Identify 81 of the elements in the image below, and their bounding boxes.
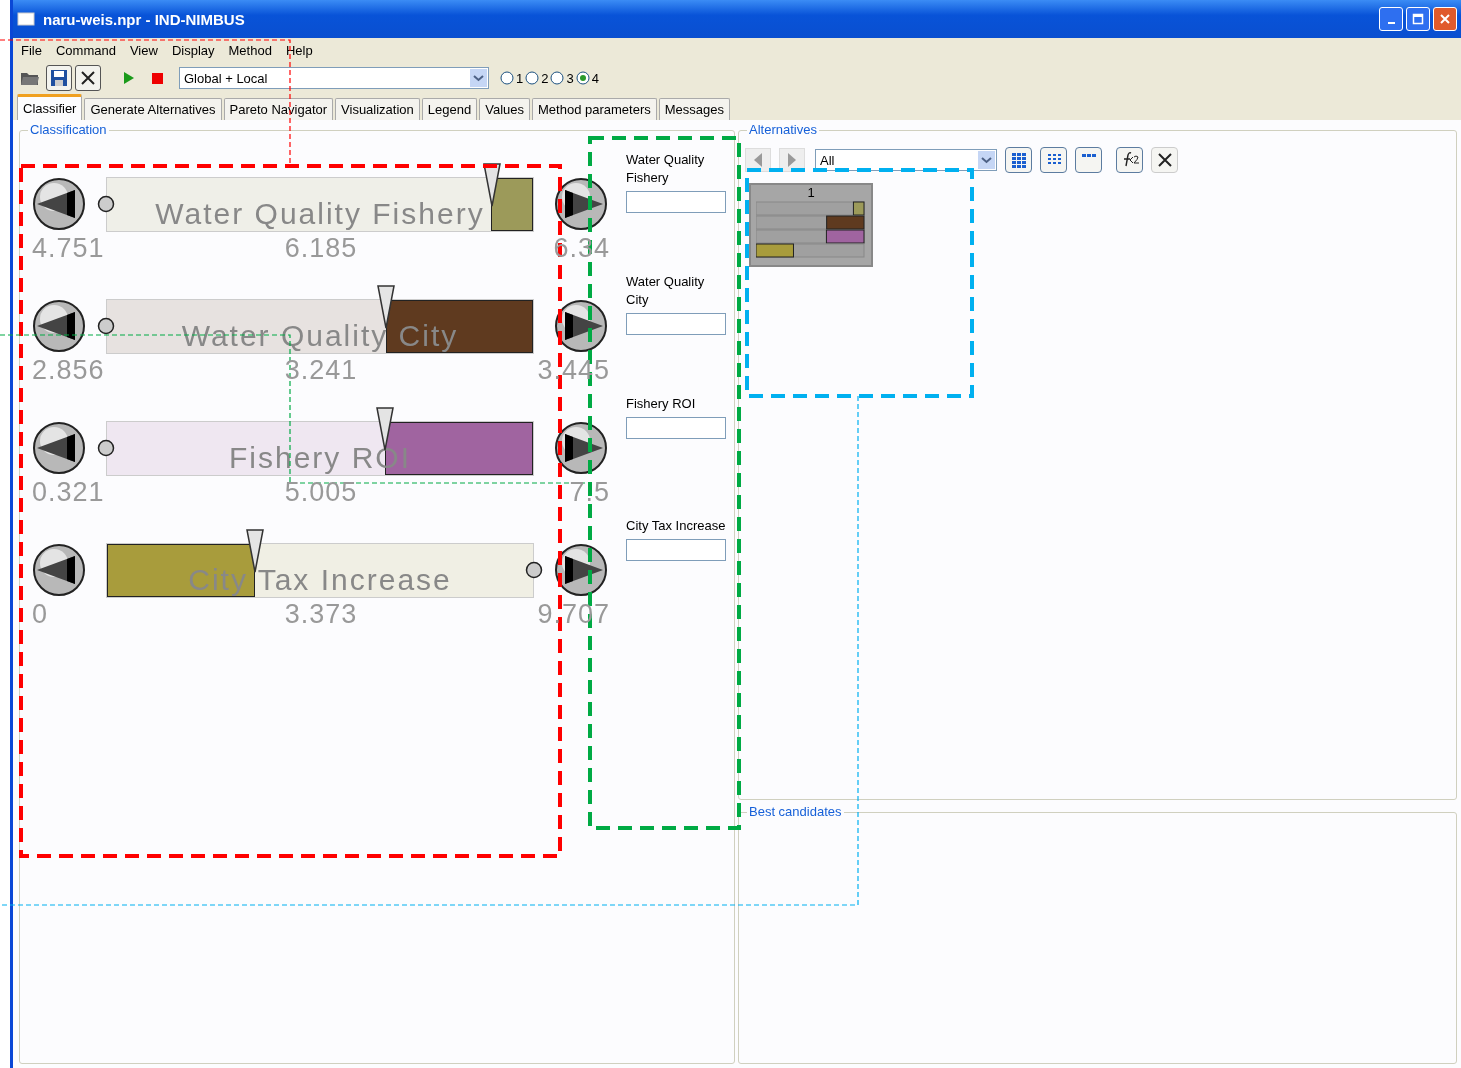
tab[interactable]: Visualization	[335, 98, 420, 120]
radio-label: 2	[541, 70, 549, 86]
min-value: 0	[32, 599, 50, 630]
max-value: 3.445	[536, 355, 610, 386]
tab[interactable]: Generate Alternatives	[84, 98, 222, 120]
radio-label: 3	[566, 70, 574, 86]
marker-icon[interactable]	[483, 162, 502, 207]
min-value: 2.856	[32, 355, 106, 386]
minimize-icon	[1387, 22, 1395, 24]
tab[interactable]: Messages	[658, 98, 730, 120]
left-arrow-icon	[752, 152, 764, 168]
input-field[interactable]	[626, 313, 726, 335]
window-title: naru-weis.npr - IND-NIMBUS	[43, 10, 245, 28]
menu-item[interactable]: Display	[171, 42, 215, 58]
alternative-card[interactable]: 1	[749, 183, 873, 267]
tab[interactable]: Classifier	[17, 94, 83, 120]
input-field[interactable]	[626, 417, 726, 439]
radio-button[interactable]	[500, 71, 514, 85]
field-label: City Tax Increase	[626, 517, 726, 535]
radio-label: 1	[516, 70, 524, 86]
maximize-button[interactable]	[1406, 7, 1430, 31]
max-value: 9.707	[536, 599, 610, 630]
tab[interactable]: Values	[479, 98, 530, 120]
input-field[interactable]	[626, 191, 726, 213]
increase-knob-icon[interactable]	[554, 543, 608, 597]
save-icon[interactable]	[46, 65, 72, 91]
card-label: 1	[807, 185, 815, 201]
decrease-knob-icon[interactable]	[32, 543, 86, 597]
radio-button[interactable]	[575, 71, 590, 85]
min-value: 4.751	[32, 233, 106, 264]
bound-handle-icon[interactable]	[97, 438, 115, 457]
filter-dropdown[interactable]: All	[815, 149, 997, 171]
field-label: Water Quality City	[626, 273, 706, 309]
current-value: 5.005	[283, 477, 359, 508]
maximize-icon	[1412, 13, 1424, 25]
chevron-down-icon[interactable]	[470, 69, 487, 87]
bound-handle-icon[interactable]	[97, 194, 115, 213]
menu-item[interactable]: File	[21, 42, 42, 58]
menu-item[interactable]: Command	[55, 42, 116, 58]
formula-icon[interactable]	[1116, 147, 1143, 173]
field-label: Fishery ROI	[626, 395, 697, 413]
tab[interactable]: Pareto Navigator	[223, 98, 334, 120]
current-value: 6.185	[283, 233, 359, 264]
row-view-icon[interactable]	[1075, 147, 1102, 173]
window-icon	[17, 12, 35, 26]
field-label: Water Quality Fishery	[626, 151, 706, 187]
objective-label: City Tax Increase	[187, 562, 453, 597]
bound-handle-icon[interactable]	[525, 560, 543, 579]
tab[interactable]: Method parameters	[532, 98, 657, 120]
close-icon	[1439, 13, 1451, 25]
large-grid-icon[interactable]	[1005, 147, 1032, 173]
radio-label: 4	[591, 70, 599, 86]
decrease-knob-icon[interactable]	[32, 177, 86, 231]
group-title: Classification	[28, 122, 109, 137]
group-title: Alternatives	[747, 122, 819, 137]
minimize-button[interactable]	[1379, 7, 1403, 31]
menu-item[interactable]: Help	[285, 42, 313, 58]
close-icon[interactable]	[75, 65, 101, 91]
increase-knob-icon[interactable]	[554, 421, 608, 475]
min-value: 0.321	[32, 477, 106, 508]
small-grid-icon[interactable]	[1040, 147, 1067, 173]
input-field[interactable]	[626, 539, 726, 561]
current-value: 3.241	[283, 355, 359, 386]
current-value: 3.373	[283, 599, 359, 630]
group-title: Best candidates	[747, 804, 844, 819]
decrease-knob-icon[interactable]	[32, 421, 86, 475]
radio-button[interactable]	[550, 71, 565, 85]
bound-handle-icon[interactable]	[97, 316, 115, 335]
mode-dropdown[interactable]: Global + Local	[179, 67, 489, 89]
right-arrow-icon	[786, 152, 798, 168]
objective-label: Water Quality Fishery	[154, 196, 486, 231]
radio-button[interactable]	[525, 71, 540, 85]
max-value: 7.5	[568, 477, 610, 508]
increase-knob-icon[interactable]	[554, 299, 608, 353]
tab[interactable]: Legend	[421, 98, 478, 120]
menu-item[interactable]: Method	[228, 42, 272, 58]
close-button[interactable]	[1433, 7, 1457, 31]
chevron-down-icon[interactable]	[978, 151, 995, 169]
increase-knob-icon[interactable]	[554, 177, 608, 231]
menu-item[interactable]: View	[129, 42, 158, 58]
decrease-knob-icon[interactable]	[32, 299, 86, 353]
